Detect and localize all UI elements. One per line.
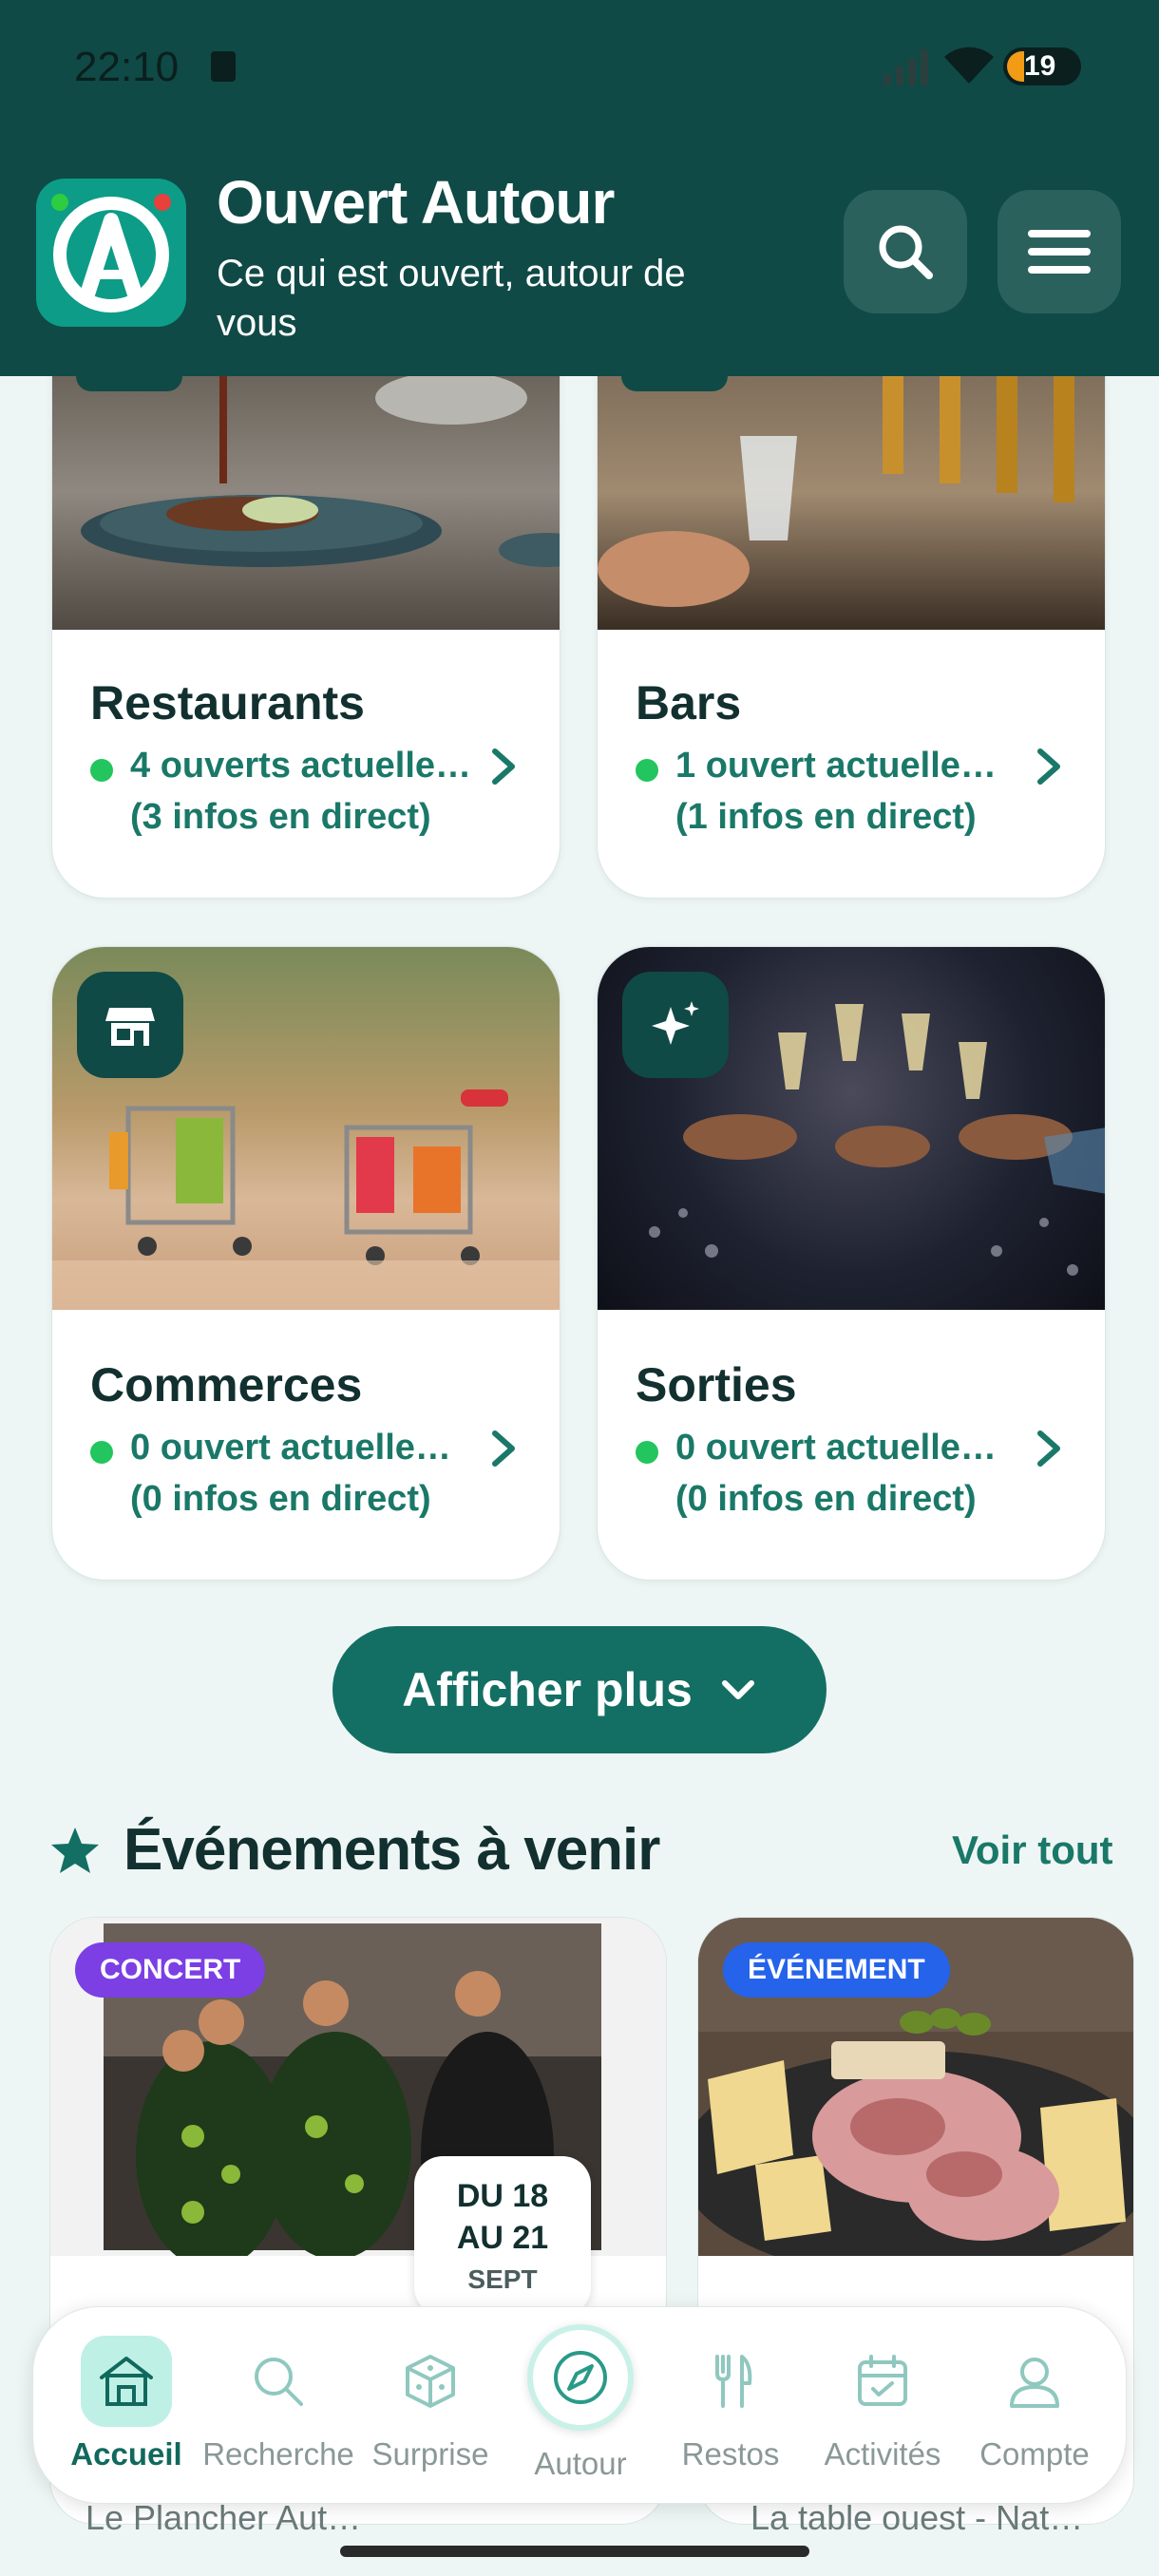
nav-label: Recherche <box>202 2436 354 2472</box>
nav-label: Autour <box>534 2446 627 2481</box>
chevron-right-icon <box>1037 1430 1060 1467</box>
open-status-dot <box>636 1441 658 1464</box>
nav-item-restos[interactable]: Restos <box>655 2307 807 2505</box>
calendar-icon <box>858 2355 907 2406</box>
sparkles-icon <box>652 1001 699 1045</box>
event-date-end: AU 21 <box>456 2220 549 2256</box>
live-info-count: (0 infos en direct) <box>675 1479 977 1519</box>
open-count: 0 ouvert actuelle… <box>675 1428 997 1468</box>
event-category-badge: ÉVÉNEMENT <box>723 1942 950 1998</box>
star-icon <box>51 1828 99 1873</box>
chevron-right-icon <box>492 1430 515 1467</box>
bottom-navigation: Accueil Recherche Surprise Autour Restos… <box>32 2306 1127 2504</box>
nav-label: Restos <box>681 2436 780 2472</box>
chevron-right-icon <box>492 748 515 785</box>
event-category-badge: CONCERT <box>75 1942 266 1998</box>
party-photo <box>598 947 1105 1310</box>
sim-icon <box>211 51 236 82</box>
nav-item-surprise[interactable]: Surprise <box>354 2307 506 2505</box>
open-count: 0 ouvert actuelle… <box>130 1428 451 1468</box>
app-subtitle: Ce qui est ouvert, autour de vous <box>217 253 686 344</box>
search-button[interactable] <box>844 190 967 313</box>
app-logo <box>36 179 186 327</box>
category-name: Sorties <box>636 1358 797 1411</box>
nav-label: Compte <box>979 2436 1090 2472</box>
see-all-link[interactable]: Voir tout <box>952 1828 1113 1873</box>
search-icon <box>255 2358 303 2406</box>
chevron-down-icon <box>721 1680 754 1699</box>
nav-item-autour[interactable]: Autour <box>504 2307 656 2505</box>
open-count: 4 ouverts actuelle… <box>130 746 472 786</box>
signal-icon <box>884 49 928 85</box>
battery-level: 19 <box>1024 50 1056 82</box>
show-more-button[interactable]: Afficher plus <box>332 1626 826 1753</box>
show-more-label: Afficher plus <box>402 1663 693 1716</box>
category-badge <box>77 972 183 1078</box>
nav-label: Surprise <box>371 2436 489 2472</box>
open-status-dot <box>636 759 658 782</box>
nav-item-compte[interactable]: Compte <box>959 2307 1111 2505</box>
category-badge <box>621 376 728 391</box>
shopping-carts-photo <box>52 947 560 1310</box>
open-count: 1 ouvert actuelle… <box>675 746 997 786</box>
live-info-count: (0 infos en direct) <box>130 1479 431 1519</box>
app-title: Ouvert Autour <box>217 168 615 237</box>
app-header: 22:10 19 Ouvert Autour Ce qui est ouvert… <box>0 0 1159 376</box>
category-card-commerces[interactable]: Commerces 0 ouvert actuelle… (0 infos en… <box>51 946 560 1581</box>
category-name: Restaurants <box>90 676 365 729</box>
open-status-dot <box>90 759 113 782</box>
home-icon <box>100 2357 153 2406</box>
open-status-dot <box>90 1441 113 1464</box>
chevron-right-icon <box>1037 748 1060 785</box>
wifi-icon <box>944 47 994 84</box>
category-name: Commerces <box>90 1358 363 1411</box>
section-title: Événements à venir <box>124 1817 660 1883</box>
nav-label: Activités <box>824 2436 941 2472</box>
search-icon <box>879 225 933 279</box>
event-photo: ÉVÉNEMENT <box>698 1918 1133 2256</box>
event-date-month: SEPT <box>467 2264 538 2294</box>
category-name: Bars <box>636 676 742 729</box>
event-date: DU 18 AU 21 SEPT <box>414 2156 591 2316</box>
battery-icon: 19 <box>1003 47 1081 85</box>
live-info-count: (1 infos en direct) <box>675 797 977 837</box>
hamburger-icon <box>1028 230 1091 274</box>
compass-icon <box>554 2351 607 2404</box>
nav-item-activites[interactable]: Activités <box>807 2307 959 2505</box>
category-badge <box>622 972 729 1078</box>
event-date-start: DU 18 <box>456 2178 549 2214</box>
nav-item-accueil[interactable]: Accueil <box>50 2307 202 2505</box>
nav-label: Accueil <box>70 2436 182 2472</box>
nav-item-recherche[interactable]: Recherche <box>202 2307 354 2505</box>
status-time: 22:10 <box>74 44 180 90</box>
user-icon <box>1010 2358 1059 2408</box>
live-info-count: (3 infos en direct) <box>130 797 431 837</box>
utensils-icon <box>715 2355 752 2408</box>
category-badge <box>76 376 182 391</box>
dice-icon <box>406 2355 455 2408</box>
home-indicator <box>340 2546 809 2557</box>
category-card-sorties[interactable]: Sorties 0 ouvert actuelle… (0 infos en d… <box>597 946 1106 1581</box>
menu-button[interactable] <box>998 190 1121 313</box>
store-icon <box>105 1008 155 1046</box>
